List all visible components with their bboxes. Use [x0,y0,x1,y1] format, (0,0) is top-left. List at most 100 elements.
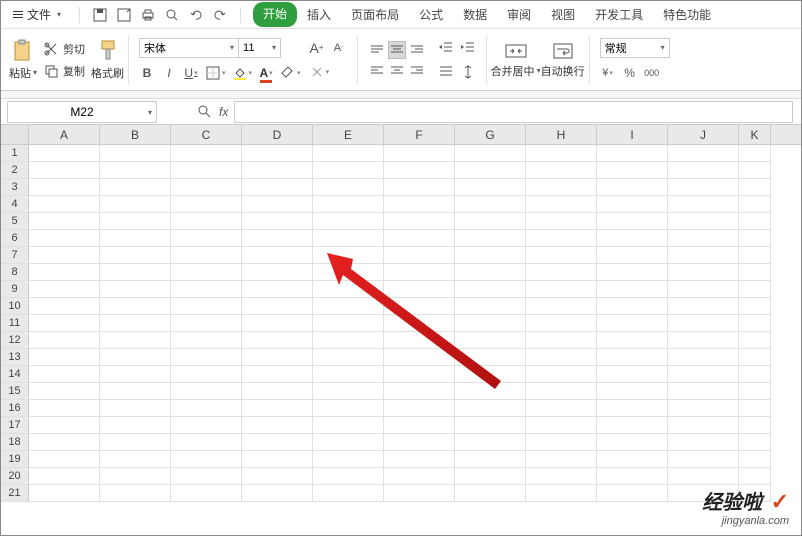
cell[interactable] [242,196,313,213]
zoom-icon[interactable] [197,103,213,121]
cell[interactable] [739,417,771,434]
merge-center-button[interactable]: 合并居中▾ [491,41,541,79]
tab-developer[interactable]: 开发工具 [585,2,653,27]
cell[interactable] [29,145,100,162]
bold-button[interactable]: B [139,64,155,82]
cell[interactable] [668,298,739,315]
cell[interactable] [171,383,242,400]
cell[interactable] [171,315,242,332]
increase-indent-button[interactable] [460,39,476,57]
align-right[interactable] [408,61,426,79]
cell[interactable] [242,213,313,230]
highlight-button[interactable]: ▾ [280,64,301,82]
align-left[interactable] [368,61,386,79]
cell[interactable] [526,468,597,485]
tab-data[interactable]: 数据 [453,2,497,27]
cell[interactable] [171,366,242,383]
select-all-corner[interactable] [1,125,29,144]
cell[interactable] [100,485,171,502]
cell[interactable] [526,485,597,502]
col-header[interactable]: K [739,125,771,144]
thousands-button[interactable]: 000 [644,64,660,82]
cell[interactable] [526,349,597,366]
cell[interactable] [384,383,455,400]
col-header[interactable]: H [526,125,597,144]
cell[interactable] [455,366,526,383]
cell[interactable] [100,230,171,247]
font-name-select[interactable]: 宋体 ▾ [139,38,239,58]
cell[interactable] [100,315,171,332]
cell[interactable] [29,383,100,400]
row-header[interactable]: 16 [1,400,29,417]
cell[interactable] [739,179,771,196]
clear-format-button[interactable]: ▾ [309,63,330,81]
cell[interactable] [739,247,771,264]
cell[interactable] [313,434,384,451]
col-header[interactable]: F [384,125,455,144]
cell[interactable] [384,247,455,264]
cell[interactable] [29,298,100,315]
cell[interactable] [668,315,739,332]
cell[interactable] [384,281,455,298]
cell[interactable] [739,400,771,417]
cell[interactable] [739,145,771,162]
cell[interactable] [100,417,171,434]
print-icon[interactable] [140,6,156,24]
cell[interactable] [242,434,313,451]
cell[interactable] [171,298,242,315]
row-header[interactable]: 21 [1,485,29,502]
cell[interactable] [313,315,384,332]
cell[interactable] [313,417,384,434]
cell[interactable] [597,400,668,417]
cell[interactable] [455,383,526,400]
col-header[interactable]: I [597,125,668,144]
cell[interactable] [526,162,597,179]
cell[interactable] [597,264,668,281]
format-painter-button[interactable]: 格式刷 [91,39,124,81]
cell[interactable] [29,332,100,349]
cell[interactable] [100,264,171,281]
cell[interactable] [668,196,739,213]
cell[interactable] [597,179,668,196]
undo-icon[interactable] [188,6,204,24]
cell[interactable] [739,366,771,383]
cell[interactable] [313,179,384,196]
cell[interactable] [171,400,242,417]
col-header[interactable]: G [455,125,526,144]
cell[interactable] [171,145,242,162]
cell[interactable] [29,451,100,468]
row-header[interactable]: 17 [1,417,29,434]
file-menu-button[interactable]: 文件 ▾ [7,4,67,25]
cut-button[interactable]: 剪切 [43,41,85,57]
cell[interactable] [242,451,313,468]
cell[interactable] [171,468,242,485]
cell[interactable] [384,315,455,332]
decrease-font-button[interactable]: A- [331,39,347,57]
cell[interactable] [384,162,455,179]
wrap-text-button[interactable]: 自动换行 [541,41,585,79]
cell[interactable] [455,196,526,213]
row-header[interactable]: 12 [1,332,29,349]
cell[interactable] [526,230,597,247]
cell[interactable] [171,264,242,281]
col-header[interactable]: D [242,125,313,144]
cell[interactable] [739,434,771,451]
cell[interactable] [455,145,526,162]
cell[interactable] [455,400,526,417]
cell[interactable] [526,281,597,298]
decrease-indent-button[interactable] [438,39,454,57]
cell[interactable] [668,264,739,281]
cell[interactable] [29,417,100,434]
cell[interactable] [455,451,526,468]
cell[interactable] [313,485,384,502]
cell[interactable] [455,332,526,349]
cell[interactable] [29,247,100,264]
cell[interactable] [384,485,455,502]
col-header[interactable]: B [100,125,171,144]
cell[interactable] [313,366,384,383]
cell[interactable] [526,315,597,332]
align-top-center[interactable] [388,41,406,59]
cell[interactable] [100,179,171,196]
cell[interactable] [384,179,455,196]
cell[interactable] [597,434,668,451]
